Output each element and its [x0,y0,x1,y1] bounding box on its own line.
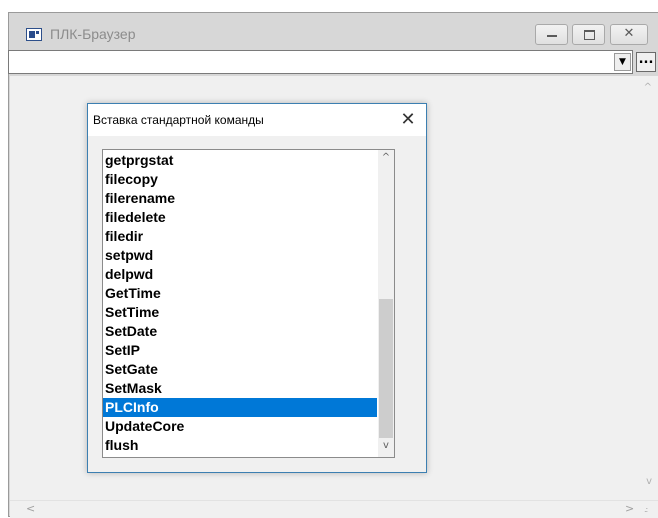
chevron-down-icon[interactable]: v [378,440,394,451]
command-list: getprgstat filecopy filerename filedelet… [103,151,377,455]
list-item[interactable]: SetGate [103,360,377,379]
list-item[interactable]: SetTime [103,303,377,322]
address-bar: ▼ ... [8,50,658,74]
list-item[interactable]: getprgstat [103,151,377,170]
list-item[interactable]: SetDate [103,322,377,341]
scrollbar-thumb[interactable] [379,299,393,438]
dialog-title-bar: Вставка стандартной команды ✕ [88,104,426,136]
list-item[interactable]: filecopy [103,170,377,189]
list-item[interactable]: filedelete [103,208,377,227]
list-item[interactable]: UpdateCore [103,417,377,436]
scroll-down-icon[interactable]: v [646,476,652,487]
browse-button[interactable]: ... [636,52,656,72]
list-item[interactable]: filerename [103,189,377,208]
list-item[interactable]: flush [103,436,377,455]
close-button[interactable]: ✕ [610,24,648,45]
insert-command-dialog: Вставка стандартной команды ✕ getprgstat… [87,103,427,473]
list-item[interactable]: SetMask [103,379,377,398]
resize-grip-icon[interactable]: .: [644,505,648,514]
minimize-button[interactable] [535,24,568,45]
command-listbox[interactable]: getprgstat filecopy filerename filedelet… [102,149,395,458]
dialog-title: Вставка стандартной команды [93,113,264,127]
list-item[interactable]: SetIP [103,341,377,360]
list-item[interactable]: GetTime [103,284,377,303]
list-item[interactable]: delpwd [103,265,377,284]
scroll-right-icon[interactable]: > [625,502,634,515]
address-combobox[interactable]: ▼ [8,50,633,74]
horizontal-scrollbar[interactable]: < > .: [10,500,658,518]
window-title: ПЛК-Браузер [50,26,136,42]
app-icon [26,28,42,41]
dialog-close-icon[interactable]: ✕ [397,109,419,131]
list-item-selected[interactable]: PLCInfo [103,398,377,417]
maximize-button[interactable] [572,24,605,45]
title-bar: ПЛК-Браузер ✕ [9,13,658,50]
scroll-left-icon[interactable]: < [26,502,35,515]
close-icon: ✕ [623,26,635,41]
scroll-up-icon[interactable]: ^ [644,82,652,93]
dropdown-arrow-icon[interactable]: ▼ [614,53,631,71]
list-vertical-scrollbar[interactable]: ^ v [378,150,394,457]
list-item[interactable]: filedir [103,227,377,246]
chevron-up-icon[interactable]: ^ [378,152,394,163]
list-item[interactable]: setpwd [103,246,377,265]
